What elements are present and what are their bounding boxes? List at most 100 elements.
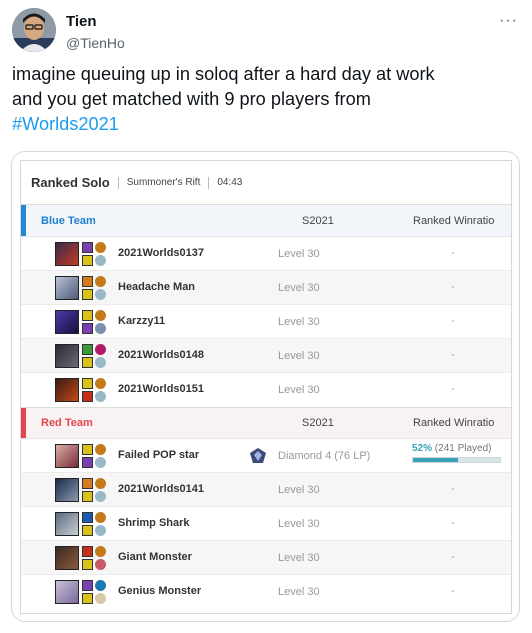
summoner-spell-icon <box>82 242 93 253</box>
summoner-spell-icon <box>82 546 93 557</box>
author-info: Tien @TienHo <box>66 12 125 52</box>
summoner-spell-icon <box>82 580 93 591</box>
player-row: Genius Monster Level 30 - <box>21 575 511 609</box>
runes <box>95 276 106 302</box>
winratio-empty: - <box>451 585 455 597</box>
runes <box>95 344 106 370</box>
match-panel: Ranked Solo Summoner's Rift 04:43 Blue T… <box>20 160 512 614</box>
rune-icon <box>95 391 106 402</box>
player-name[interactable]: Headache Man <box>118 281 195 293</box>
player-name[interactable]: 2021Worlds0151 <box>118 383 204 395</box>
winratio-column-header: Ranked Winratio <box>413 417 495 429</box>
champion-portrait[interactable] <box>55 546 79 570</box>
winratio-empty: - <box>451 247 455 259</box>
rune-icon <box>95 344 106 355</box>
tweet-media-card[interactable]: Ranked Solo Summoner's Rift 04:43 Blue T… <box>11 151 520 622</box>
summoner-spell-icon <box>82 525 93 536</box>
summoner-spell-icon <box>82 444 93 455</box>
summoner-spell-icon <box>82 310 93 321</box>
rune-icon <box>95 323 106 334</box>
rune-icon <box>95 378 106 389</box>
rune-icon <box>95 255 106 266</box>
player-rank-level: Level 30 <box>278 350 320 362</box>
rune-icon <box>95 444 106 455</box>
player-rank-level: Level 30 <box>278 586 320 598</box>
champion-portrait[interactable] <box>55 580 79 604</box>
champion-portrait[interactable] <box>55 242 79 266</box>
champion-portrait[interactable] <box>55 512 79 536</box>
game-duration: 04:43 <box>217 177 243 188</box>
rune-icon <box>95 525 106 536</box>
champion-portrait[interactable] <box>55 344 79 368</box>
team-color-bar <box>21 408 26 438</box>
rune-icon <box>95 512 106 523</box>
rune-icon <box>95 357 106 368</box>
champion-portrait[interactable] <box>55 310 79 334</box>
player-rank-level: Level 30 <box>278 552 320 564</box>
summoner-spell-icon <box>82 289 93 300</box>
summoner-spells <box>82 344 93 370</box>
player-name[interactable]: Shrimp Shark <box>118 517 190 529</box>
player-name[interactable]: Genius Monster <box>118 585 201 597</box>
player-name[interactable]: 2021Worlds0148 <box>118 349 204 361</box>
player-rank-level: Level 30 <box>278 484 320 496</box>
player-row: 2021Worlds0148 Level 30 - <box>21 339 511 373</box>
winratio-text: 52% (241 Played) <box>412 443 492 454</box>
user-handle[interactable]: @TienHo <box>66 34 125 52</box>
hashtag-link[interactable]: #Worlds2021 <box>12 114 119 134</box>
team-name: Blue Team <box>41 214 96 227</box>
tweet-header: Tien @TienHo ··· <box>12 8 520 56</box>
summoner-spells <box>82 242 93 268</box>
rune-icon <box>95 491 106 502</box>
runes <box>95 378 106 404</box>
summoner-spells <box>82 580 93 606</box>
rune-icon <box>95 457 106 468</box>
avatar[interactable] <box>12 8 56 52</box>
summoner-spell-icon <box>82 378 93 389</box>
winratio-empty: - <box>451 483 455 495</box>
summoner-spell-icon <box>82 323 93 334</box>
winratio-empty: - <box>451 281 455 293</box>
summoner-spells <box>82 546 93 572</box>
games-played: (241 Played) <box>434 443 492 454</box>
rune-icon <box>95 242 106 253</box>
player-rank-level: Level 30 <box>278 384 320 396</box>
player-row: Karzzy11 Level 30 - <box>21 305 511 339</box>
display-name[interactable]: Tien <box>66 12 125 31</box>
winratio-empty: - <box>451 383 455 395</box>
summoner-spells <box>82 378 93 404</box>
summoner-spell-icon <box>82 491 93 502</box>
tweet-text-line: imagine queuing up in soloq after a hard… <box>12 64 435 84</box>
player-rank-level: Diamond 4 (76 LP) <box>278 450 371 462</box>
diamond-rank-icon <box>248 447 268 465</box>
player-rank-level: Level 30 <box>278 282 320 294</box>
tweet-text: imagine queuing up in soloq after a hard… <box>12 62 517 137</box>
summoner-spell-icon <box>82 276 93 287</box>
summoner-spell-icon <box>82 512 93 523</box>
runes <box>95 512 106 538</box>
queue-type: Ranked Solo <box>31 175 110 190</box>
rune-icon <box>95 593 106 604</box>
champion-portrait[interactable] <box>55 478 79 502</box>
player-name[interactable]: Karzzy11 <box>118 315 165 327</box>
rune-icon <box>95 276 106 287</box>
runes <box>95 242 106 268</box>
map-name: Summoner's Rift <box>126 177 201 188</box>
champion-portrait[interactable] <box>55 276 79 300</box>
more-options-icon[interactable]: ··· <box>499 12 518 30</box>
champion-portrait[interactable] <box>55 444 79 468</box>
summoner-spells <box>82 310 93 336</box>
player-name[interactable]: 2021Worlds0141 <box>118 483 204 495</box>
champion-portrait[interactable] <box>55 378 79 402</box>
rune-icon <box>95 559 106 570</box>
player-rank-level: Level 30 <box>278 248 320 260</box>
player-name[interactable]: 2021Worlds0137 <box>118 247 204 259</box>
runes <box>95 444 106 470</box>
player-name[interactable]: Failed POP star <box>118 449 199 461</box>
player-row: 2021Worlds0141 Level 30 - <box>21 473 511 507</box>
winrate-percent: 52% <box>412 443 433 454</box>
season-column-header: S2021 <box>302 417 334 429</box>
player-name[interactable]: Giant Monster <box>118 551 192 563</box>
rune-icon <box>95 546 106 557</box>
summoner-spells <box>82 276 93 302</box>
